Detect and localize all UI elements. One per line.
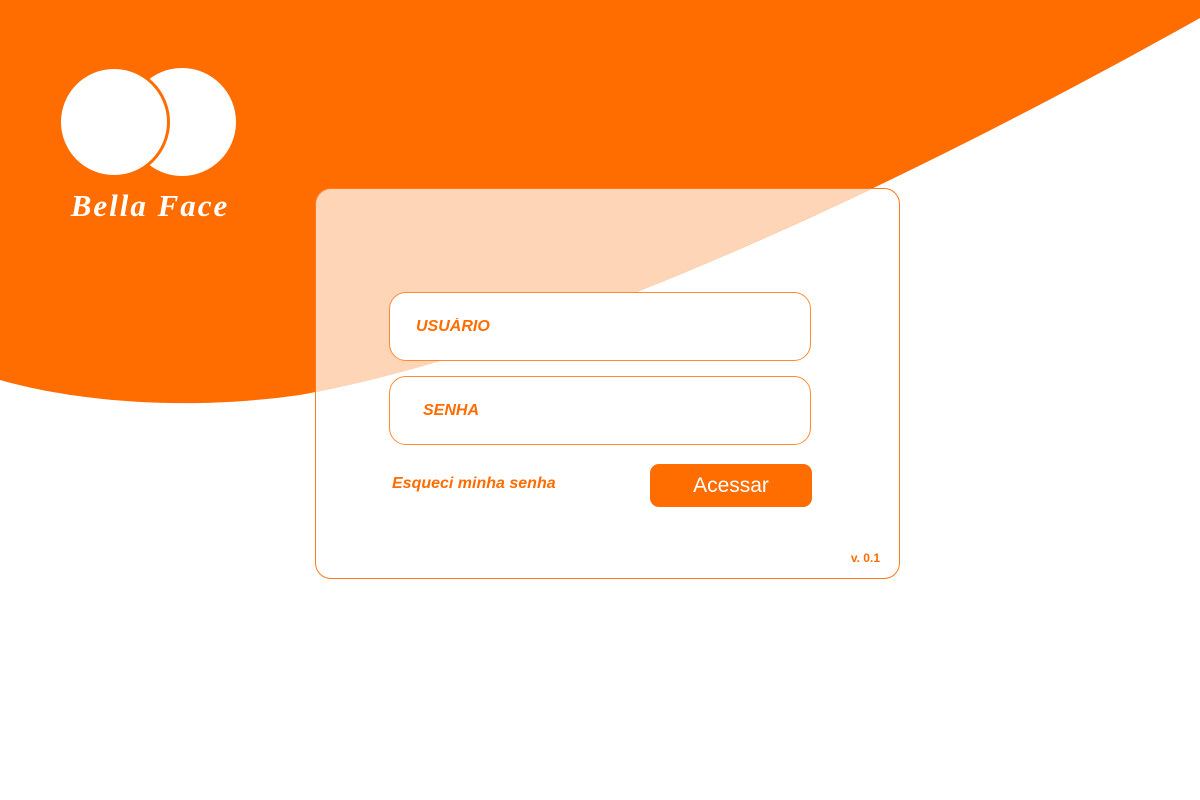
brand-logo: Bella Face (58, 66, 238, 231)
login-button[interactable]: Acessar (650, 464, 812, 507)
username-input[interactable] (390, 293, 810, 360)
username-field[interactable] (389, 292, 811, 361)
version-label: v. 0.1 (850, 551, 880, 565)
logo-circles-icon (58, 66, 236, 178)
login-card: Esqueci minha senha Acessar v. 0.1 (315, 188, 900, 579)
password-input[interactable] (390, 377, 810, 444)
brand-name: Bella Face (70, 188, 230, 223)
forgot-password-link[interactable]: Esqueci minha senha (392, 475, 556, 493)
password-field[interactable] (389, 376, 811, 445)
